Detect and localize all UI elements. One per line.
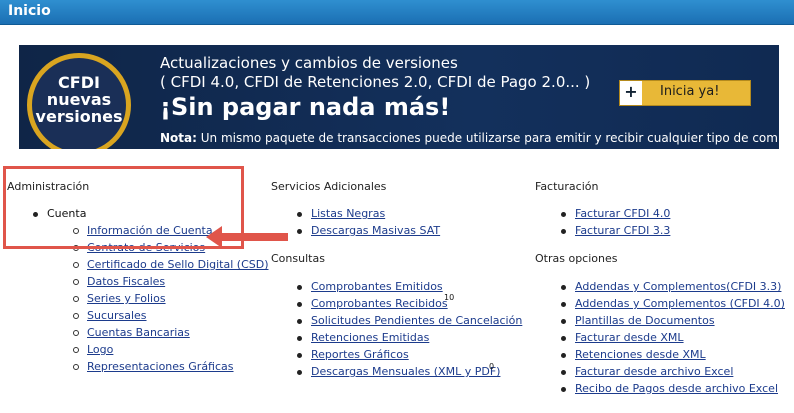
link-cuentas-bancarias[interactable]: Cuentas Bancarias [87, 326, 190, 339]
facturacion-title: Facturación [535, 180, 599, 193]
consultas-title: Consultas [271, 252, 325, 265]
bullet-icon [561, 229, 566, 234]
circle-bullet-icon [73, 330, 79, 336]
banner-line2: ( CFDI 4.0, CFDI de Retenciones 2.0, CFD… [160, 73, 591, 91]
badge-line-versiones: versiones [35, 107, 123, 126]
link-logo[interactable]: Logo [87, 343, 113, 356]
bullet-icon [561, 285, 566, 290]
bullet-icon [297, 336, 302, 341]
link-comprobantes-emitidos[interactable]: Comprobantes Emitidos [311, 280, 443, 293]
banner-line1: Actualizaciones y cambios de versiones [160, 54, 458, 72]
link-listas-negras[interactable]: Listas Negras [311, 207, 385, 220]
link-retenciones-emitidas[interactable]: Retenciones Emitidas [311, 331, 429, 344]
bullet-icon [561, 387, 566, 392]
link-facturar-desde-excel[interactable]: Facturar desde archivo Excel [575, 365, 733, 378]
recibidos-count-badge: 10 [444, 293, 455, 302]
circle-bullet-icon [73, 296, 79, 302]
circle-bullet-icon [73, 313, 79, 319]
bullet-icon [297, 229, 302, 234]
link-recibo-pagos-excel[interactable]: Recibo de Pagos desde archivo Excel [575, 382, 778, 395]
circle-bullet-icon [73, 364, 79, 370]
banner-note-label: Nota: [160, 131, 197, 145]
circle-bullet-icon [73, 262, 79, 268]
link-facturar-cfdi-33[interactable]: Facturar CFDI 3.3 [575, 224, 670, 237]
banner-note-text: Un mismo paquete de transacciones puede … [196, 131, 779, 145]
circle-bullet-icon [73, 279, 79, 285]
promo-banner[interactable]: CFDI nuevas versiones Actualizaciones y … [19, 45, 779, 149]
banner-note: Nota: Un mismo paquete de transacciones … [160, 131, 779, 145]
plus-icon: + [620, 81, 642, 105]
link-descargas-masivas-sat[interactable]: Descargas Masivas SAT [311, 224, 440, 237]
bullet-icon [297, 285, 302, 290]
link-solicitudes-pendientes-cancelacion[interactable]: Solicitudes Pendientes de Cancelación [311, 314, 522, 327]
badge-line-cfdi: CFDI [58, 73, 100, 92]
link-representaciones-graficas[interactable]: Representaciones Gráficas [87, 360, 234, 373]
link-addendas-cfdi-40[interactable]: Addendas y Complementos (CFDI 4.0) [575, 297, 785, 310]
bullet-icon [561, 212, 566, 217]
link-reportes-graficos[interactable]: Reportes Gráficos [311, 348, 409, 361]
annotation-arrow-icon [206, 226, 288, 248]
link-sucursales[interactable]: Sucursales [87, 309, 147, 322]
bullet-icon [561, 319, 566, 324]
bullet-icon [297, 353, 302, 358]
bullet-icon [297, 302, 302, 307]
circle-bullet-icon [73, 347, 79, 353]
link-plantillas-documentos[interactable]: Plantillas de Documentos [575, 314, 715, 327]
page-title: Inicio [8, 3, 51, 19]
link-retenciones-desde-xml[interactable]: Retenciones desde XML [575, 348, 706, 361]
bullet-icon [561, 336, 566, 341]
badge-line-nuevas: nuevas [46, 90, 112, 109]
link-addendas-cfdi-33[interactable]: Addendas y Complementos(CFDI 3.3) [575, 280, 781, 293]
link-datos-fiscales[interactable]: Datos Fiscales [87, 275, 165, 288]
inicia-ya-label: Inicia ya! [660, 84, 720, 99]
header-bar: Inicio [0, 0, 794, 25]
bullet-icon [561, 302, 566, 307]
link-descargas-mensuales[interactable]: Descargas Mensuales (XML y PDF) [311, 365, 500, 378]
link-certificado-sello-digital[interactable]: Certificado de Sello Digital (CSD) [87, 258, 269, 271]
otras-opciones-title: Otras opciones [535, 252, 618, 265]
link-series-y-folios[interactable]: Series y Folios [87, 292, 166, 305]
bullet-icon [297, 212, 302, 217]
servicios-title: Servicios Adicionales [271, 180, 387, 193]
bullet-icon [561, 353, 566, 358]
banner-headline: ¡Sin pagar nada más! [160, 93, 451, 121]
cfdi-badge-logo: CFDI nuevas versiones [27, 53, 131, 149]
bullet-icon [297, 370, 302, 375]
link-facturar-cfdi-40[interactable]: Facturar CFDI 4.0 [575, 207, 670, 220]
descargas-count-badge: 0 [489, 362, 495, 371]
link-facturar-desde-xml[interactable]: Facturar desde XML [575, 331, 684, 344]
inicia-ya-button[interactable]: + Inicia ya! [619, 80, 751, 106]
bullet-icon [297, 319, 302, 324]
bullet-icon [561, 370, 566, 375]
link-comprobantes-recibidos[interactable]: Comprobantes Recibidos [311, 297, 448, 310]
